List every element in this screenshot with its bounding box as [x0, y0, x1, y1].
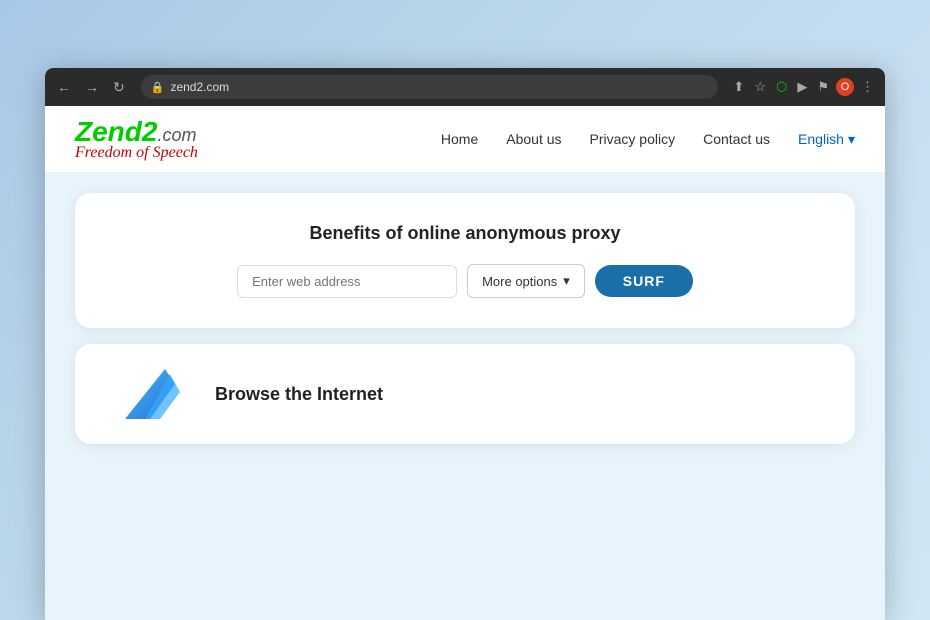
bookmark-icon[interactable]: ⚑ — [814, 77, 832, 97]
star-icon[interactable]: ☆ — [751, 77, 769, 97]
proxy-form: More options ▾ SURF — [115, 264, 815, 298]
browse-card: Browse the Internet — [75, 344, 855, 444]
lock-icon: 🔒 — [151, 81, 165, 94]
browser-actions: ⬆ ☆ ⬡ ▶ ⚑ O ⋮ — [730, 77, 877, 97]
nav-contact[interactable]: Contact us — [703, 131, 770, 147]
share-icon[interactable]: ⬆ — [730, 77, 747, 97]
nav-privacy[interactable]: Privacy policy — [590, 131, 676, 147]
refresh-button[interactable]: ↻ — [109, 77, 129, 98]
proxy-card: Benefits of online anonymous proxy More … — [75, 193, 855, 328]
browse-title: Browse the Internet — [215, 384, 383, 405]
logo-tagline: Freedom of Speech — [75, 144, 198, 162]
extension-icon[interactable]: ⬡ — [773, 77, 790, 97]
website-content: Zend2.com Freedom of Speech Home About u… — [45, 106, 885, 620]
url-input[interactable] — [237, 265, 457, 298]
logo-zend-text: Zend2 — [75, 116, 157, 147]
browse-svg-icon — [115, 364, 185, 419]
address-text: zend2.com — [170, 80, 229, 94]
more-options-arrow: ▾ — [563, 273, 570, 289]
language-text: English — [798, 131, 844, 147]
proxy-title: Benefits of online anonymous proxy — [115, 223, 815, 244]
nav-about[interactable]: About us — [506, 131, 561, 147]
more-options-button[interactable]: More options ▾ — [467, 264, 585, 298]
navigation-bar: Zend2.com Freedom of Speech Home About u… — [45, 106, 885, 173]
logo: Zend2.com Freedom of Speech — [75, 116, 198, 162]
nav-home[interactable]: Home — [441, 131, 478, 147]
forward-button[interactable]: → — [81, 77, 103, 97]
logo-dotcom-text: .com — [157, 125, 196, 145]
profile-icon[interactable]: O — [836, 78, 854, 96]
browse-icon — [115, 364, 195, 424]
more-options-label: More options — [482, 274, 557, 289]
surf-button[interactable]: SURF — [595, 265, 693, 297]
media-icon[interactable]: ▶ — [794, 77, 810, 97]
back-button[interactable]: ← — [53, 77, 75, 97]
nav-links: Home About us Privacy policy Contact us … — [441, 131, 855, 148]
menu-icon[interactable]: ⋮ — [858, 77, 877, 97]
browser-chrome: ← → ↻ 🔒 zend2.com ⬆ ☆ ⬡ ▶ ⚑ O ⋮ — [45, 68, 885, 106]
language-arrow: ▾ — [848, 131, 855, 148]
browser-window: ← → ↻ 🔒 zend2.com ⬆ ☆ ⬡ ▶ ⚑ O ⋮ Zend2.co… — [45, 68, 885, 620]
address-bar[interactable]: 🔒 zend2.com — [141, 75, 719, 99]
main-section: Benefits of online anonymous proxy More … — [45, 173, 885, 464]
nav-language[interactable]: English ▾ — [798, 131, 855, 148]
